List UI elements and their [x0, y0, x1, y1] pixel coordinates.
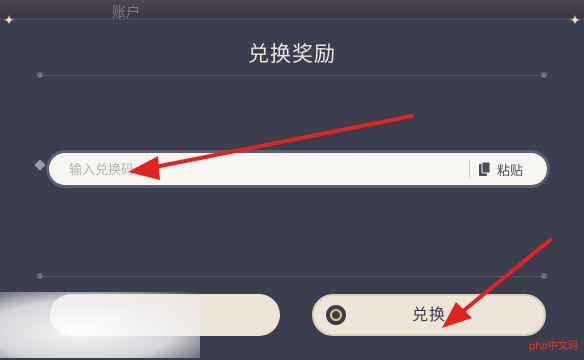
annotation-arrows: [128, 114, 552, 328]
arrow-to-input-icon: [128, 114, 414, 180]
arrow-to-redeem-icon: [442, 238, 552, 328]
watermark: php中文网: [528, 341, 578, 352]
